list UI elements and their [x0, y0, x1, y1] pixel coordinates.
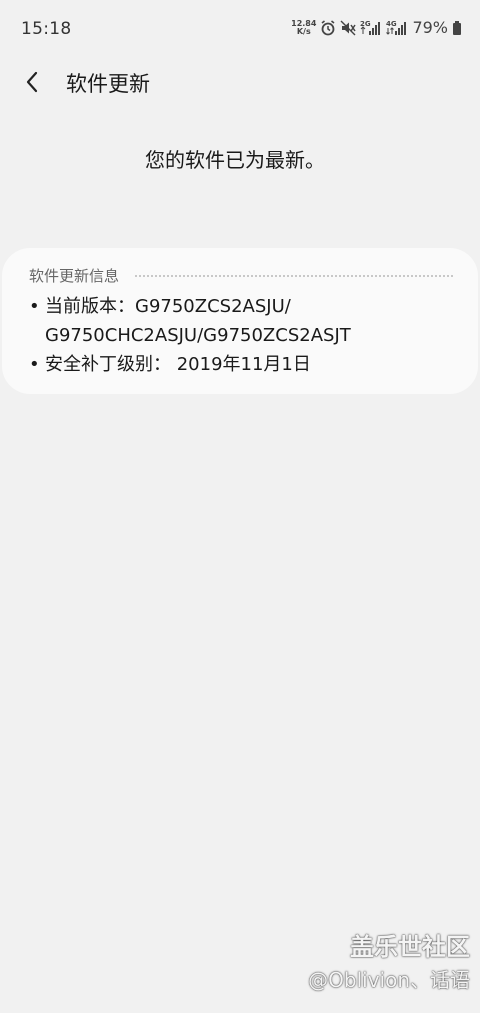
network-speed: 12.84 K/s — [291, 19, 316, 36]
current-version-item: • 当前版本：G9750ZCS2ASJU/ G9750CHC2ASJU/G975… — [29, 292, 459, 350]
status-icons: 12.84 K/s 2G 4G 79% — [291, 18, 462, 37]
network-speed-unit: K/s — [296, 26, 311, 36]
back-button[interactable] — [14, 64, 50, 100]
dotted-divider — [135, 275, 453, 277]
info-card-title: 软件更新信息 — [29, 266, 120, 285]
watermark: 盖乐世社区 @Oblivion、话语 — [308, 930, 470, 996]
alarm-icon — [320, 19, 336, 36]
app-bar: 软件更新 — [0, 58, 480, 106]
chevron-left-icon — [26, 71, 38, 93]
software-up-to-date-message: 您的软件已为最新。 — [145, 148, 325, 172]
info-list: • 当前版本：G9750ZCS2ASJU/ G9750CHC2ASJU/G975… — [29, 292, 459, 379]
watermark-community: 盖乐世社区 — [350, 933, 470, 961]
mute-icon — [340, 20, 357, 36]
battery-percent: 79% — [412, 18, 448, 37]
page-title: 软件更新 — [66, 72, 150, 96]
bullet: • — [29, 354, 40, 375]
network-type-2g: 2G — [360, 20, 371, 28]
bullet: • — [29, 296, 40, 317]
signal-2g-icon: 2G — [360, 20, 382, 36]
security-patch-item: • 安全补丁级别： 2019年11月1日 — [29, 350, 459, 379]
current-version-text: 当前版本：G9750ZCS2ASJU/ G9750CHC2ASJU/G9750Z… — [45, 296, 351, 346]
security-patch-text: 安全补丁级别： 2019年11月1日 — [45, 354, 311, 375]
info-card-header: 软件更新信息 — [29, 264, 453, 286]
status-time: 15:18 — [21, 19, 72, 39]
status-bar: 15:18 12.84 K/s 2G 4G 79% — [0, 0, 480, 58]
battery-icon — [452, 20, 462, 36]
watermark-user: @Oblivion、话语 — [308, 968, 470, 992]
network-type-4g: 4G — [386, 20, 397, 28]
software-update-info-card: 软件更新信息 • 当前版本：G9750ZCS2ASJU/ G9750CHC2AS… — [2, 248, 478, 394]
signal-4g-icon: 4G — [386, 20, 408, 36]
